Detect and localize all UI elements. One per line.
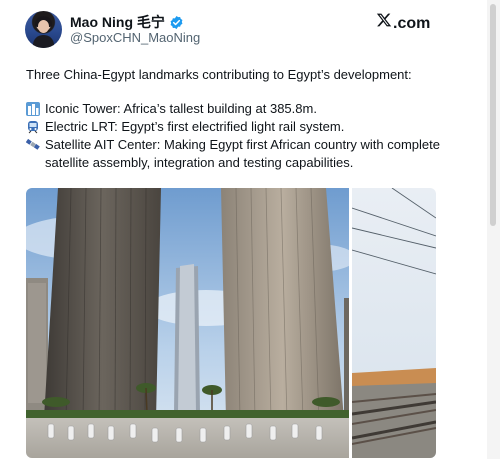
tweet-intro: Three China-Egypt landmarks contributing… [26, 67, 412, 82]
avatar-face [38, 20, 49, 33]
tweet-item-text: Satellite AIT Center: Making Egypt first… [45, 137, 440, 170]
author-name-row[interactable]: Mao Ning 毛宁 [70, 12, 184, 32]
author-handle[interactable]: @SpoxCHN_MaoNing [70, 30, 200, 45]
scrollbar-thumb[interactable] [490, 4, 496, 226]
x-logo-icon [376, 13, 392, 27]
iconic-tower-photo[interactable] [26, 188, 349, 458]
avatar-body [33, 35, 54, 48]
tweet-item: Electric LRT: Egypt’s first electrified … [26, 118, 466, 136]
x-brand-text: .com [393, 15, 431, 32]
tweet-text: Three China-Egypt landmarks contributing… [26, 66, 466, 172]
author-display-name[interactable]: Mao Ning 毛宁 [70, 12, 165, 32]
tweet-item: Iconic Tower: Africa’s tallest building … [26, 100, 466, 118]
office-building-icon [26, 102, 40, 116]
tweet-item: Satellite AIT Center: Making Egypt first… [26, 136, 466, 172]
verified-badge-icon [170, 15, 183, 29]
railway-photo[interactable] [352, 188, 436, 458]
author-avatar[interactable] [25, 11, 62, 48]
satellite-icon [26, 138, 40, 150]
light-rail-icon [28, 121, 38, 134]
tweet-item-text: Iconic Tower: Africa’s tallest building … [45, 101, 317, 116]
tweet-card: Mao Ning 毛宁 @SpoxCHN_MaoNing .com Three … [0, 0, 500, 459]
x-brand[interactable]: .com [376, 12, 430, 33]
tweet-item-text: Electric LRT: Egypt’s first electrified … [45, 119, 345, 134]
